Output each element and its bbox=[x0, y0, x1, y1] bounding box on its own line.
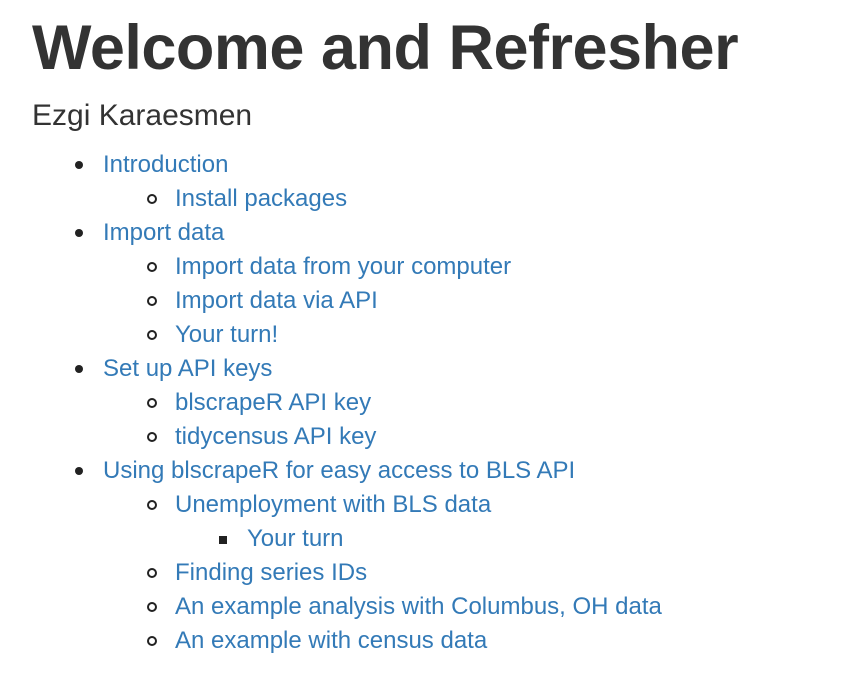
toc-item-finding-series-ids: Finding series IDs bbox=[147, 556, 858, 590]
toc-sublist: Your turn bbox=[175, 522, 858, 556]
toc-link-set-up-api-keys[interactable]: Set up API keys bbox=[103, 355, 272, 382]
circle-bullet-icon bbox=[147, 296, 157, 306]
toc-link-your-turn[interactable]: Your turn! bbox=[175, 321, 278, 348]
table-of-contents: Introduction Install packages Import dat… bbox=[32, 148, 858, 658]
toc-item-tidycensus-api-key: tidycensus API key bbox=[147, 420, 858, 454]
toc-link-install-packages[interactable]: Install packages bbox=[175, 185, 347, 212]
circle-bullet-icon bbox=[147, 568, 157, 578]
circle-bullet-icon bbox=[147, 432, 157, 442]
disc-bullet-icon bbox=[75, 161, 83, 169]
toc-link-unemployment-bls[interactable]: Unemployment with BLS data bbox=[175, 491, 491, 518]
disc-bullet-icon bbox=[75, 229, 83, 237]
toc-link-columbus-example[interactable]: An example analysis with Columbus, OH da… bbox=[175, 593, 662, 620]
toc-link-introduction[interactable]: Introduction bbox=[103, 151, 228, 178]
page-title: Welcome and Refresher bbox=[32, 13, 739, 83]
toc-item-set-up-api-keys: Set up API keys blscrapeR API key tidyce… bbox=[75, 352, 858, 454]
toc-link-finding-series-ids[interactable]: Finding series IDs bbox=[175, 559, 367, 586]
circle-bullet-icon bbox=[147, 398, 157, 408]
toc-item-blscraper-api-key: blscrapeR API key bbox=[147, 386, 858, 420]
toc-link-import-data-from-computer[interactable]: Import data from your computer bbox=[175, 253, 511, 280]
toc-link-census-example[interactable]: An example with census data bbox=[175, 627, 487, 654]
toc-link-tidycensus-api-key[interactable]: tidycensus API key bbox=[175, 423, 376, 450]
toc-item-install-packages: Install packages bbox=[147, 182, 858, 216]
toc-sublist: Install packages bbox=[103, 182, 858, 216]
toc-item-using-blscraper: Using blscrapeR for easy access to BLS A… bbox=[75, 454, 858, 658]
author-name: Ezgi Karaesmen bbox=[32, 99, 253, 132]
circle-bullet-icon bbox=[147, 194, 157, 204]
circle-bullet-icon bbox=[147, 262, 157, 272]
toc-item-import-data: Import data Import data from your comput… bbox=[75, 216, 858, 352]
disc-bullet-icon bbox=[75, 467, 83, 475]
circle-bullet-icon bbox=[147, 636, 157, 646]
toc-link-import-data[interactable]: Import data bbox=[103, 219, 224, 246]
toc-item-import-data-from-computer: Import data from your computer bbox=[147, 250, 858, 284]
toc-link-blscraper-api-key[interactable]: blscrapeR API key bbox=[175, 389, 371, 416]
toc-item-unemployment-bls: Unemployment with BLS data Your turn bbox=[147, 488, 858, 556]
circle-bullet-icon bbox=[147, 330, 157, 340]
toc-item-introduction: Introduction Install packages bbox=[75, 148, 858, 216]
toc-item-your-turn-bls: Your turn bbox=[219, 522, 858, 556]
toc-item-your-turn: Your turn! bbox=[147, 318, 858, 352]
circle-bullet-icon bbox=[147, 500, 157, 510]
toc-sublist: Unemployment with BLS data Your turn Fin… bbox=[103, 488, 858, 658]
toc-link-import-data-via-api[interactable]: Import data via API bbox=[175, 287, 378, 314]
toc-sublist: blscrapeR API key tidycensus API key bbox=[103, 386, 858, 454]
toc-item-columbus-example: An example analysis with Columbus, OH da… bbox=[147, 590, 858, 624]
toc-link-your-turn-bls[interactable]: Your turn bbox=[247, 525, 344, 552]
square-bullet-icon bbox=[219, 536, 227, 544]
page: Welcome and Refresher Ezgi Karaesmen Int… bbox=[0, 0, 858, 658]
toc-item-import-data-via-api: Import data via API bbox=[147, 284, 858, 318]
toc-sublist: Import data from your computer Import da… bbox=[103, 250, 858, 352]
toc-link-using-blscraper[interactable]: Using blscrapeR for easy access to BLS A… bbox=[103, 457, 575, 484]
toc-item-census-example: An example with census data bbox=[147, 624, 858, 658]
circle-bullet-icon bbox=[147, 602, 157, 612]
disc-bullet-icon bbox=[75, 365, 83, 373]
